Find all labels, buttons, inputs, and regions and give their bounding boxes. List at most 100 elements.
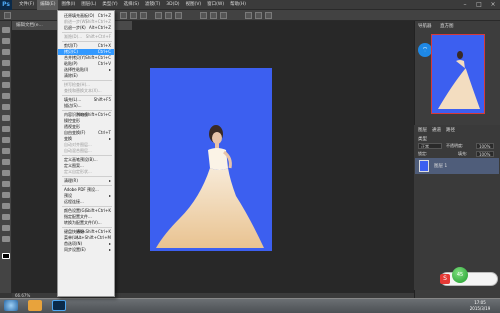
menu-item[interactable]: 定义自定形状... bbox=[58, 169, 114, 175]
fill-label: 填充: bbox=[458, 151, 468, 156]
start-button[interactable] bbox=[4, 300, 18, 311]
lock-label: 锁定: bbox=[418, 151, 428, 156]
menu-3[interactable]: 图层(L) bbox=[78, 0, 99, 10]
menu-6[interactable]: 滤镜(T) bbox=[142, 0, 163, 10]
menu-item-label: 后退一步(K) bbox=[64, 25, 86, 30]
menu-item[interactable]: 自动混合图层... bbox=[58, 148, 114, 154]
clock: 17:05 2015/3/19 bbox=[462, 300, 498, 312]
menu-7[interactable]: 3D(D) bbox=[163, 0, 182, 10]
3d-rotate-icon[interactable] bbox=[255, 12, 262, 19]
speed-ball-icon[interactable]: 45 bbox=[452, 267, 468, 283]
shape-tool-icon[interactable] bbox=[2, 214, 10, 220]
marquee-tool-icon[interactable] bbox=[2, 38, 10, 44]
layers-tab[interactable]: 图层 bbox=[418, 127, 427, 133]
menu-item[interactable]: 后退一步(K) Alt+Ctrl+Z bbox=[58, 25, 114, 31]
3d-mode-icon[interactable] bbox=[245, 12, 252, 19]
menu-item-label: 清理(R) bbox=[64, 178, 78, 183]
distribute-middle-icon[interactable] bbox=[210, 12, 217, 19]
menu-item-label: 远程连接... bbox=[64, 199, 84, 204]
photoshop-taskbar-icon[interactable] bbox=[52, 300, 66, 311]
menu-4[interactable]: 类型(Y) bbox=[99, 0, 120, 10]
crop-tool-icon[interactable] bbox=[2, 71, 10, 77]
menu-item-label: 描边(S)... bbox=[64, 103, 82, 108]
tool-preset-button[interactable] bbox=[4, 12, 11, 19]
menu-separator bbox=[62, 176, 112, 177]
menu-item-label: 转换为配置文件(V)... bbox=[64, 220, 102, 225]
foreground-color-swatch[interactable] bbox=[2, 253, 10, 259]
align-right-icon[interactable] bbox=[140, 12, 147, 19]
distribute-top-icon[interactable] bbox=[200, 12, 207, 19]
menu-bar: Ps 文件(F) 编辑(E) 图像(I) 图层(L) 类型(Y) 选择(S) 滤镜(T) 3D… bbox=[0, 0, 500, 10]
path-select-tool-icon[interactable] bbox=[2, 203, 10, 209]
menu-item[interactable]: 远程连接... bbox=[58, 199, 114, 205]
menu-item-label: 清除(E) bbox=[64, 73, 78, 78]
widget-status: 45 bbox=[456, 272, 464, 278]
wifi-icon[interactable]: ⌔ bbox=[418, 43, 432, 57]
hand-tool-icon[interactable] bbox=[2, 225, 10, 231]
history-brush-tool-icon[interactable] bbox=[2, 126, 10, 132]
menu-1[interactable]: 编辑(E) bbox=[37, 0, 59, 10]
menu-separator bbox=[62, 227, 112, 228]
tools-panel bbox=[0, 21, 12, 293]
lasso-tool-icon[interactable] bbox=[2, 49, 10, 55]
align-bottom-icon[interactable] bbox=[175, 12, 182, 19]
menu-separator bbox=[62, 206, 112, 207]
explorer-icon[interactable] bbox=[28, 300, 42, 311]
menu-item[interactable]: 描边(S)... bbox=[58, 103, 114, 109]
maximize-button[interactable]: □ bbox=[472, 0, 486, 10]
eraser-tool-icon[interactable] bbox=[2, 137, 10, 143]
opacity-input[interactable]: 100% bbox=[476, 143, 494, 149]
fill-input[interactable]: 100% bbox=[476, 151, 494, 157]
menu-0[interactable]: 文件(F) bbox=[16, 0, 37, 10]
type-tool-icon[interactable] bbox=[2, 192, 10, 198]
align-top-icon[interactable] bbox=[155, 12, 162, 19]
menu-item[interactable]: 同步设置(E) ▸ bbox=[58, 247, 114, 253]
menu-item[interactable]: 清除(E) bbox=[58, 73, 114, 79]
gradient-tool-icon[interactable] bbox=[2, 148, 10, 154]
blend-mode-select[interactable]: 正常 bbox=[418, 143, 442, 149]
stamp-tool-icon[interactable] bbox=[2, 115, 10, 121]
navigator-thumbnail[interactable] bbox=[431, 34, 485, 114]
menu-item[interactable]: 渐隐(D)... Shift+Ctrl+F bbox=[58, 34, 114, 40]
photoshop-window: Ps 文件(F) 编辑(E) 图像(I) 图层(L) 类型(Y) 选择(S) 滤镜(T) 3D… bbox=[0, 0, 500, 313]
submenu-arrow-icon: ▸ bbox=[108, 247, 111, 252]
distribute-bottom-icon[interactable] bbox=[220, 12, 227, 19]
paths-tab[interactable]: 路径 bbox=[446, 127, 455, 133]
move-tool-icon[interactable] bbox=[2, 27, 10, 33]
menu-5[interactable]: 选择(S) bbox=[121, 0, 142, 10]
close-button[interactable]: × bbox=[486, 0, 500, 10]
menu-separator bbox=[62, 32, 112, 33]
document-canvas[interactable] bbox=[150, 68, 272, 251]
align-center-icon[interactable] bbox=[130, 12, 137, 19]
zoom-tool-icon[interactable] bbox=[2, 236, 10, 242]
blur-tool-icon[interactable] bbox=[2, 159, 10, 165]
navigator-tab[interactable]: 导航器 bbox=[418, 23, 432, 29]
eyedropper-tool-icon[interactable] bbox=[2, 82, 10, 88]
align-middle-icon[interactable] bbox=[165, 12, 172, 19]
histogram-tab[interactable]: 直方图 bbox=[440, 23, 454, 29]
menu-item[interactable]: 转换为配置文件(V)... bbox=[58, 220, 114, 226]
3d-pan-icon[interactable] bbox=[265, 12, 272, 19]
photoshop-logo: Ps bbox=[0, 0, 12, 10]
opacity-label: 不透明度: bbox=[446, 143, 464, 148]
menu-10[interactable]: 帮助(H) bbox=[227, 0, 249, 10]
layer-name[interactable]: 图层 1 bbox=[434, 163, 447, 169]
menu-8[interactable]: 视图(V) bbox=[183, 0, 205, 10]
quick-select-tool-icon[interactable] bbox=[2, 60, 10, 66]
menu-9[interactable]: 窗口(W) bbox=[204, 0, 227, 10]
brush-tool-icon[interactable] bbox=[2, 104, 10, 110]
navigator-preview bbox=[438, 51, 480, 109]
menu-separator bbox=[62, 41, 112, 42]
menu-item[interactable]: 清理(R) ▸ bbox=[58, 178, 114, 184]
channels-tab[interactable]: 通道 bbox=[432, 127, 441, 133]
menu-2[interactable]: 图像(I) bbox=[58, 0, 78, 10]
pen-tool-icon[interactable] bbox=[2, 181, 10, 187]
healing-tool-icon[interactable] bbox=[2, 93, 10, 99]
menu-items: 文件(F) 编辑(E) 图像(I) 图层(L) 类型(Y) 选择(S) 滤镜(T) 3D(D)… bbox=[16, 0, 249, 10]
minimize-button[interactable]: – bbox=[458, 0, 472, 10]
menu-item[interactable]: 查找和替换文本(X)... bbox=[58, 88, 114, 94]
layer-thumbnail bbox=[419, 160, 429, 172]
dodge-tool-icon[interactable] bbox=[2, 170, 10, 176]
menu-separator bbox=[62, 110, 112, 111]
align-left-icon[interactable] bbox=[120, 12, 127, 19]
